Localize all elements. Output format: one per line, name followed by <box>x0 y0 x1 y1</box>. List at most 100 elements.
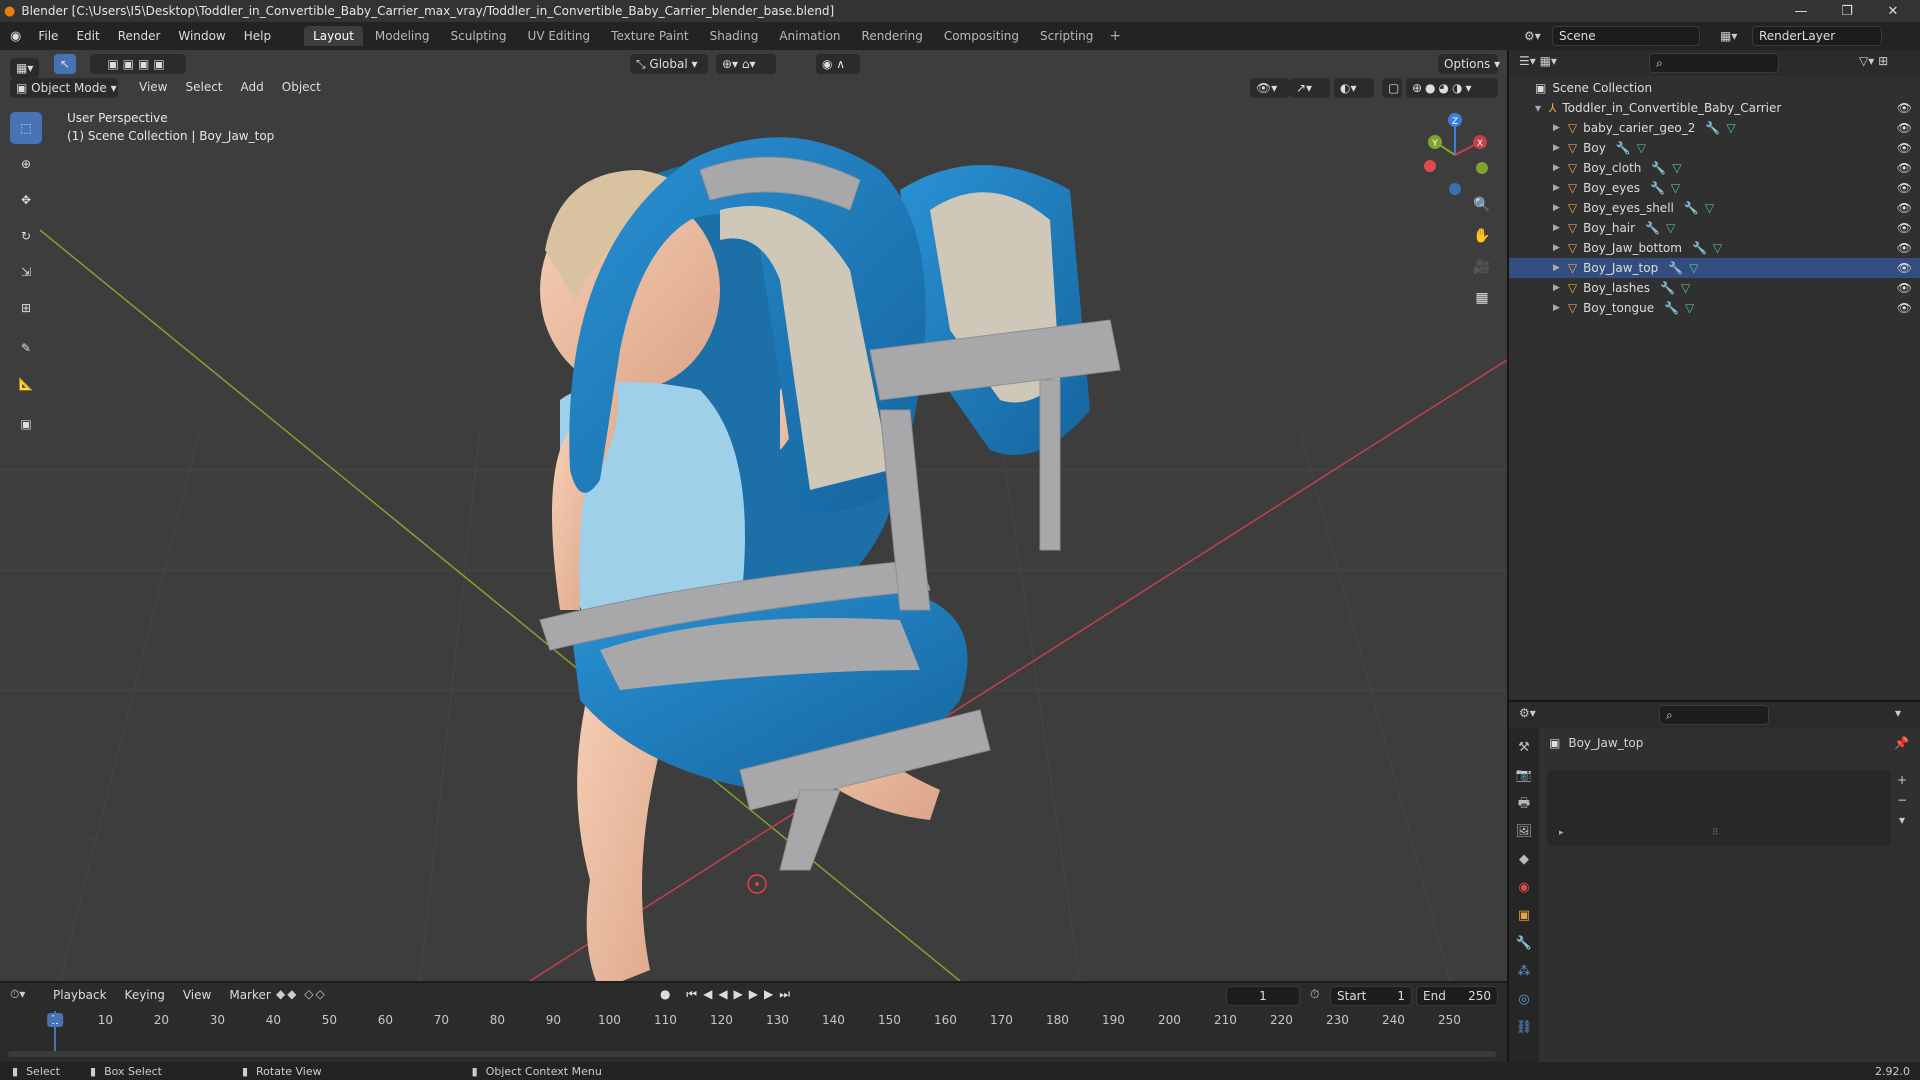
rotate-tool[interactable]: ↻ <box>10 220 42 252</box>
eye-icon[interactable]: 👁 <box>1897 141 1912 155</box>
menu-render[interactable]: Render <box>109 29 170 43</box>
viewport-menu-add[interactable]: Add <box>232 80 273 94</box>
add-workspace-button[interactable]: + <box>1109 28 1121 44</box>
select-tool-toggle[interactable]: ↖ <box>54 54 76 74</box>
maximize-button[interactable]: ❐ <box>1824 0 1870 22</box>
collapse-arrow-icon[interactable]: ▾ <box>1535 101 1541 115</box>
zoom-icon[interactable]: 🔍 <box>1470 190 1494 221</box>
measure-tool[interactable]: 📐 <box>10 368 42 400</box>
modifier-icon[interactable]: 🔧 <box>1651 161 1666 175</box>
move-tool[interactable]: ✥ <box>10 184 42 216</box>
outliner-item-boy[interactable]: ▶ ▽ Boy 🔧 ▽ 👁 <box>1509 138 1920 158</box>
eye-icon[interactable]: 👁 <box>1897 161 1912 175</box>
eye-icon[interactable]: 👁 <box>1897 241 1912 255</box>
expand-arrow-icon[interactable]: ▶ <box>1553 263 1560 273</box>
tab-scripting[interactable]: Scripting <box>1031 26 1102 46</box>
resize-handle-icon[interactable]: ⠿ <box>1712 828 1719 838</box>
modifier-icon[interactable]: 🔧 <box>1664 301 1679 315</box>
toddler-in-carrier-model[interactable] <box>539 137 1121 981</box>
collection-row[interactable]: ▾ ⅄ Toddler_in_Convertible_Baby_Carrier … <box>1509 98 1920 118</box>
outliner-editor-icon[interactable]: ☰▾ ▦▾ <box>1519 54 1557 68</box>
camera-view-icon[interactable]: 🎥 <box>1470 252 1494 283</box>
expand-arrow-icon[interactable]: ▶ <box>1553 183 1560 193</box>
modifier-icon[interactable]: 🔧 <box>1692 241 1707 255</box>
xray-toggle[interactable]: ▢ <box>1382 78 1402 98</box>
modifier-icon[interactable]: 🔧 <box>1684 201 1699 215</box>
menu-edit[interactable]: Edit <box>67 29 108 43</box>
outliner-item-boy_hair[interactable]: ▶ ▽ Boy_hair 🔧 ▽ 👁 <box>1509 218 1920 238</box>
mesh-data-icon[interactable]: ▽ <box>1672 161 1681 175</box>
modifier-icon[interactable]: 🔧 <box>1705 121 1720 135</box>
outliner-item-boy_jaw_top[interactable]: ▶ ▽ Boy_Jaw_top 🔧 ▽ 👁 <box>1509 258 1920 278</box>
modifier-icon[interactable]: 🔧 <box>1645 221 1660 235</box>
3d-viewport[interactable]: ▦▾ ↖ ▣▣▣▣ ⤡ Global ▾ ⊕▾ ⌂▾ ◉ ∧ Options ▾… <box>0 50 1507 981</box>
modifier-icon[interactable]: 🔧 <box>1616 141 1631 155</box>
mesh-data-icon[interactable]: ▽ <box>1681 281 1690 295</box>
options-dropdown[interactable]: Options ▾ <box>1438 54 1500 74</box>
timeline-scrollbar[interactable] <box>8 1051 1496 1057</box>
render-tab-icon[interactable]: 📷 <box>1509 762 1539 790</box>
expand-arrow-icon[interactable]: ▶ <box>1553 123 1560 133</box>
properties-editor-icon[interactable]: ⚙▾ <box>1519 706 1536 720</box>
playhead[interactable] <box>54 1011 56 1055</box>
pan-hand-icon[interactable]: ✋ <box>1470 221 1494 252</box>
expand-arrow-icon[interactable]: ▶ <box>1553 143 1560 153</box>
blender-menu-icon[interactable]: ◉ <box>0 29 29 44</box>
object-tab-icon[interactable]: ▣ <box>1509 902 1539 930</box>
output-tab-icon[interactable]: 🖶 <box>1509 790 1539 818</box>
mesh-data-icon[interactable]: ▽ <box>1637 141 1646 155</box>
editor-type-button[interactable]: ▦▾ <box>10 58 40 78</box>
constraints-tab-icon[interactable]: ⛓ <box>1509 1014 1539 1042</box>
outliner-search-input[interactable]: ⌕ <box>1649 53 1779 73</box>
scene-selector-icon[interactable]: ⚙▾ <box>1524 26 1548 46</box>
menu-file[interactable]: File <box>29 29 67 43</box>
material-slot-list[interactable]: ▸ ⠿ <box>1547 770 1891 846</box>
eye-icon[interactable]: 👁 <box>1897 201 1912 215</box>
tab-animation[interactable]: Animation <box>770 26 849 46</box>
ortho-grid-icon[interactable]: ▦ <box>1470 283 1494 314</box>
scene-collection-row[interactable]: ▣ Scene Collection <box>1509 78 1920 98</box>
transform-orientation-dropdown[interactable]: ⤡ Global ▾ <box>630 54 708 74</box>
view-layer-tab-icon[interactable]: 🖼 <box>1509 818 1539 846</box>
expand-arrow-icon[interactable]: ▶ <box>1553 203 1560 213</box>
expand-arrow-icon[interactable]: ▶ <box>1553 283 1560 293</box>
tab-modeling[interactable]: Modeling <box>366 26 439 46</box>
expand-arrow-icon[interactable]: ▶ <box>1553 223 1560 233</box>
tab-sculpting[interactable]: Sculpting <box>442 26 516 46</box>
outliner-item-boy_eyes[interactable]: ▶ ▽ Boy_eyes 🔧 ▽ 👁 <box>1509 178 1920 198</box>
expand-arrow-icon[interactable]: ▸ <box>1559 828 1564 838</box>
outliner-item-boy_lashes[interactable]: ▶ ▽ Boy_lashes 🔧 ▽ 👁 <box>1509 278 1920 298</box>
remove-slot-button[interactable]: − <box>1897 790 1907 810</box>
outliner-item-boy_cloth[interactable]: ▶ ▽ Boy_cloth 🔧 ▽ 👁 <box>1509 158 1920 178</box>
properties-search-input[interactable]: ⌕ <box>1659 705 1769 725</box>
eye-icon[interactable]: 👁 <box>1897 101 1912 115</box>
modifier-tab-icon[interactable]: 🔧 <box>1509 930 1539 958</box>
tab-shading[interactable]: Shading <box>701 26 768 46</box>
eye-icon[interactable]: 👁 <box>1897 281 1912 295</box>
add-cube-tool[interactable]: ▣ <box>10 408 42 440</box>
minimize-button[interactable]: — <box>1778 0 1824 22</box>
tab-compositing[interactable]: Compositing <box>935 26 1028 46</box>
pin-icon[interactable]: 📌 <box>1894 736 1909 750</box>
selection-mode-buttons[interactable]: ▣▣▣▣ <box>90 54 186 74</box>
annotate-tool[interactable]: ✎ <box>10 332 42 364</box>
overlay-toggle[interactable]: ◐▾ <box>1334 78 1374 98</box>
mesh-data-icon[interactable]: ▽ <box>1705 201 1714 215</box>
physics-tab-icon[interactable]: ◎ <box>1509 986 1539 1014</box>
modifier-icon[interactable]: 🔧 <box>1650 181 1665 195</box>
proportional-editing-button[interactable]: ◉ ∧ <box>816 54 860 74</box>
eye-icon[interactable]: 👁 <box>1897 181 1912 195</box>
mesh-data-icon[interactable]: ▽ <box>1685 301 1694 315</box>
visibility-dropdown[interactable]: 👁▾ <box>1250 78 1290 98</box>
mesh-data-icon[interactable]: ▽ <box>1666 221 1675 235</box>
tab-texture-paint[interactable]: Texture Paint <box>602 26 697 46</box>
outliner-item-baby_carier_geo_2[interactable]: ▶ ▽ baby_carier_geo_2 🔧 ▽ 👁 <box>1509 118 1920 138</box>
tab-rendering[interactable]: Rendering <box>853 26 932 46</box>
scene-tab-icon[interactable]: ◆ <box>1509 846 1539 874</box>
expand-arrow-icon[interactable]: ▶ <box>1553 243 1560 253</box>
viewport-scene[interactable] <box>0 50 1507 981</box>
tool-tab-icon[interactable]: ⚒ <box>1509 734 1539 762</box>
close-button[interactable]: ✕ <box>1870 0 1916 22</box>
menu-window[interactable]: Window <box>169 29 234 43</box>
cursor-tool[interactable]: ⊕ <box>10 148 42 180</box>
